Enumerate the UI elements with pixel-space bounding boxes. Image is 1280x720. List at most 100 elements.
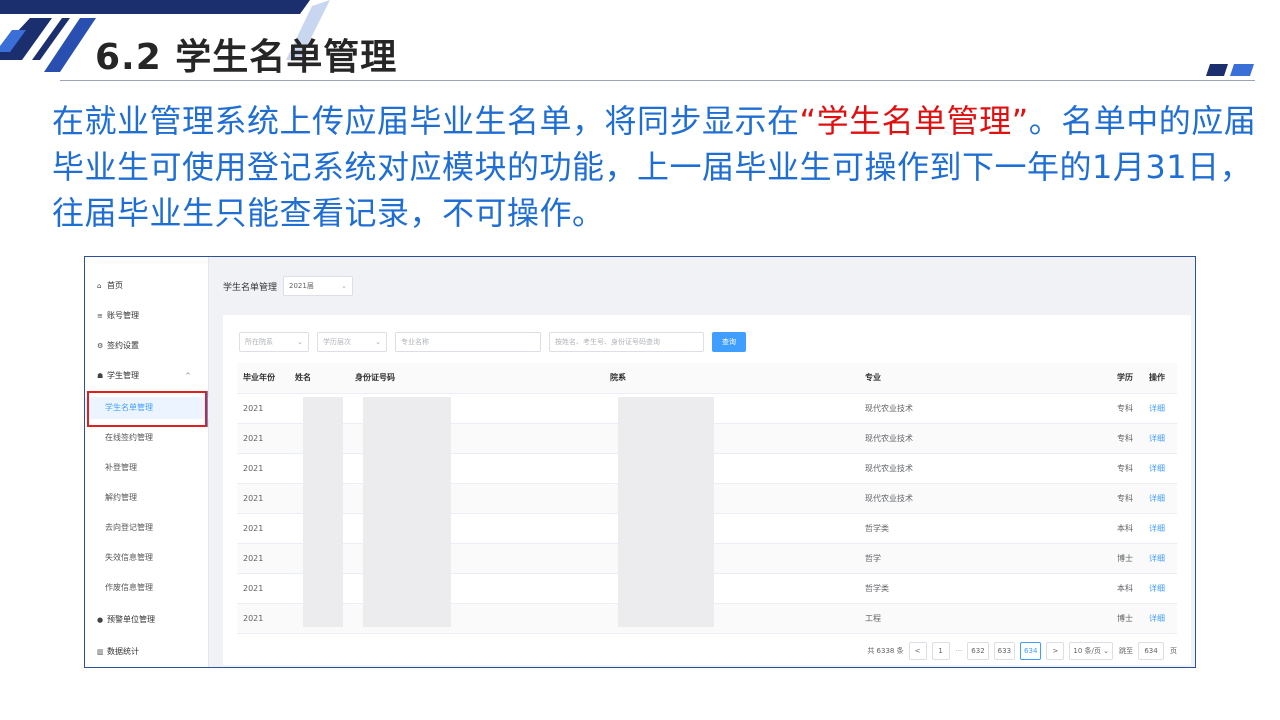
prev-page-button[interactable]: <: [908, 642, 927, 660]
redaction-mask-id: [363, 397, 451, 627]
col-degree: 学历: [1111, 363, 1143, 394]
college-select[interactable]: 所在院系 ⌄: [239, 332, 309, 352]
cell-major: 现代农业技术: [859, 423, 1111, 454]
detail-link[interactable]: 详细: [1143, 393, 1177, 424]
page-size-value: 10 条/页: [1073, 647, 1101, 655]
cell-degree: 专科: [1111, 393, 1143, 424]
app-screenshot: ⌂ 首页 ≡ 账号管理 ⚙ 签约设置 ☗ 学生管理 ^ 学生名单管理 在线签约管理 补登管…: [84, 256, 1196, 668]
query-button[interactable]: 查询: [712, 332, 746, 352]
page-title: 学生名单管理: [223, 282, 278, 293]
year-select[interactable]: 2021届 ⌄: [283, 276, 354, 296]
ellipsis-icon[interactable]: ···: [956, 647, 963, 655]
sidebar-item-void[interactable]: 作废信息管理: [85, 577, 209, 599]
sidebar-item-online-sign[interactable]: 在线签约管理: [85, 427, 209, 449]
sidebar-item-terminate[interactable]: 解约管理: [85, 487, 209, 509]
sidebar-item-sign-settings[interactable]: ⚙ 签约设置: [85, 335, 209, 357]
col-action: 操作: [1143, 363, 1177, 394]
cell-year: 2021: [237, 423, 289, 454]
page-size-select[interactable]: 10 条/页 ⌄: [1069, 642, 1113, 660]
intro-text: 在就业管理系统上传应届毕业生名单，将同步显示在: [52, 102, 800, 140]
settings-icon: ⚙: [97, 342, 104, 350]
cell-degree: 专科: [1111, 483, 1143, 514]
home-icon: ⌂: [97, 282, 102, 290]
sidebar-item-invalid[interactable]: 失效信息管理: [85, 547, 209, 569]
cell-year: 2021: [237, 483, 289, 514]
page-unit: 页: [1170, 647, 1177, 655]
detail-link[interactable]: 详细: [1143, 483, 1177, 514]
col-name: 姓名: [289, 363, 349, 394]
cell-year: 2021: [237, 573, 289, 604]
sidebar-item-statistics[interactable]: ▥ 数据统计: [85, 641, 209, 663]
cell-year: 2021: [237, 393, 289, 424]
cell-major: 现代农业技术: [859, 453, 1111, 484]
sidebar-item-home[interactable]: ⌂ 首页: [85, 275, 209, 297]
cell-year: 2021: [237, 453, 289, 484]
detail-link[interactable]: 详细: [1143, 423, 1177, 454]
chevron-down-icon: ⌄: [297, 338, 303, 346]
detail-link[interactable]: 详细: [1143, 453, 1177, 484]
cell-major: 哲学类: [859, 513, 1111, 544]
cell-major: 现代农业技术: [859, 483, 1111, 514]
detail-link[interactable]: 详细: [1143, 543, 1177, 574]
cell-year: 2021: [237, 603, 289, 634]
cell-major: 现代农业技术: [859, 393, 1111, 424]
sidebar-item-label: 签约设置: [107, 341, 139, 350]
employer-icon: ●: [97, 616, 104, 624]
cell-major: 哲学类: [859, 573, 1111, 604]
sidebar-item-label: 首页: [107, 281, 123, 290]
corner-decoration: [1206, 64, 1254, 76]
sidebar-item-label: 作废信息管理: [105, 583, 153, 592]
page-632-button[interactable]: 632: [967, 642, 989, 660]
intro-highlight: “学生名单管理”: [799, 102, 1029, 140]
level-select-placeholder: 学历层次: [323, 338, 351, 346]
sidebar-item-label: 学生管理: [107, 371, 139, 380]
table-header-row: 毕业年份 姓名 身份证号码 院系 专业 学历 操作: [237, 363, 1177, 394]
cell-degree: 专科: [1111, 423, 1143, 454]
page-633-button[interactable]: 633: [993, 642, 1016, 660]
chevron-down-icon: ⌄: [375, 338, 381, 346]
detail-link[interactable]: 详细: [1143, 513, 1177, 544]
cell-degree: 博士: [1111, 603, 1143, 634]
level-select[interactable]: 学历层次 ⌄: [317, 332, 387, 352]
search-input[interactable]: 按姓名、考生号、身份证号码查询: [549, 332, 704, 352]
col-grad-year: 毕业年份: [237, 363, 289, 394]
sidebar-item-student-mgmt[interactable]: ☗ 学生管理 ^: [85, 365, 209, 387]
year-select-value: 2021届: [289, 282, 314, 290]
sidebar-item-destination[interactable]: 去向登记管理: [85, 517, 209, 539]
sidebar-item-warning-employers[interactable]: ● 预警单位管理: [85, 609, 209, 631]
main-panel: 所在院系 ⌄ 学历层次 ⌄ 专业名称 按姓名、考生号、身份证号码查询 查询 毕业年份…: [223, 315, 1191, 665]
sidebar-item-supplement[interactable]: 补登管理: [85, 457, 209, 479]
col-major: 专业: [859, 363, 1111, 394]
detail-link[interactable]: 详细: [1143, 573, 1177, 604]
sidebar-item-label: 预警单位管理: [107, 615, 155, 624]
page-634-button[interactable]: 634: [1020, 642, 1042, 660]
major-input[interactable]: 专业名称: [395, 332, 541, 352]
cell-major: 哲学: [859, 543, 1111, 574]
pagination: 共 6338 条 < 1 ··· 632 633 634 > 10 条/页 ⌄ …: [867, 641, 1177, 661]
next-page-button[interactable]: >: [1046, 642, 1065, 660]
cell-major: 工程: [859, 603, 1111, 634]
college-select-placeholder: 所在院系: [245, 338, 273, 346]
page-1-button[interactable]: 1: [931, 642, 950, 660]
cell-year: 2021: [237, 513, 289, 544]
cell-degree: 本科: [1111, 513, 1143, 544]
student-icon: ☗: [97, 372, 104, 380]
goto-input[interactable]: 634: [1138, 642, 1164, 660]
cell-degree: 本科: [1111, 573, 1143, 604]
sidebar-item-label: 补登管理: [105, 463, 137, 472]
detail-link[interactable]: 详细: [1143, 603, 1177, 634]
sidebar: ⌂ 首页 ≡ 账号管理 ⚙ 签约设置 ☗ 学生管理 ^ 学生名单管理 在线签约管理 补登管…: [85, 257, 209, 667]
highlight-box: [87, 391, 207, 427]
redaction-mask-name: [303, 397, 343, 627]
sidebar-item-label: 在线签约管理: [105, 433, 153, 442]
sidebar-item-label: 账号管理: [107, 311, 139, 320]
col-id-number: 身份证号码: [349, 363, 604, 394]
chevron-down-icon: ⌄: [341, 282, 348, 290]
list-icon: ≡: [97, 312, 103, 320]
slide-title: 6.2 学生名单管理: [95, 37, 398, 78]
title-rule: [60, 80, 1255, 81]
sidebar-item-label: 数据统计: [107, 647, 139, 656]
sidebar-item-label: 失效信息管理: [105, 553, 153, 562]
sidebar-item-accounts[interactable]: ≡ 账号管理: [85, 305, 209, 327]
cell-year: 2021: [237, 543, 289, 574]
